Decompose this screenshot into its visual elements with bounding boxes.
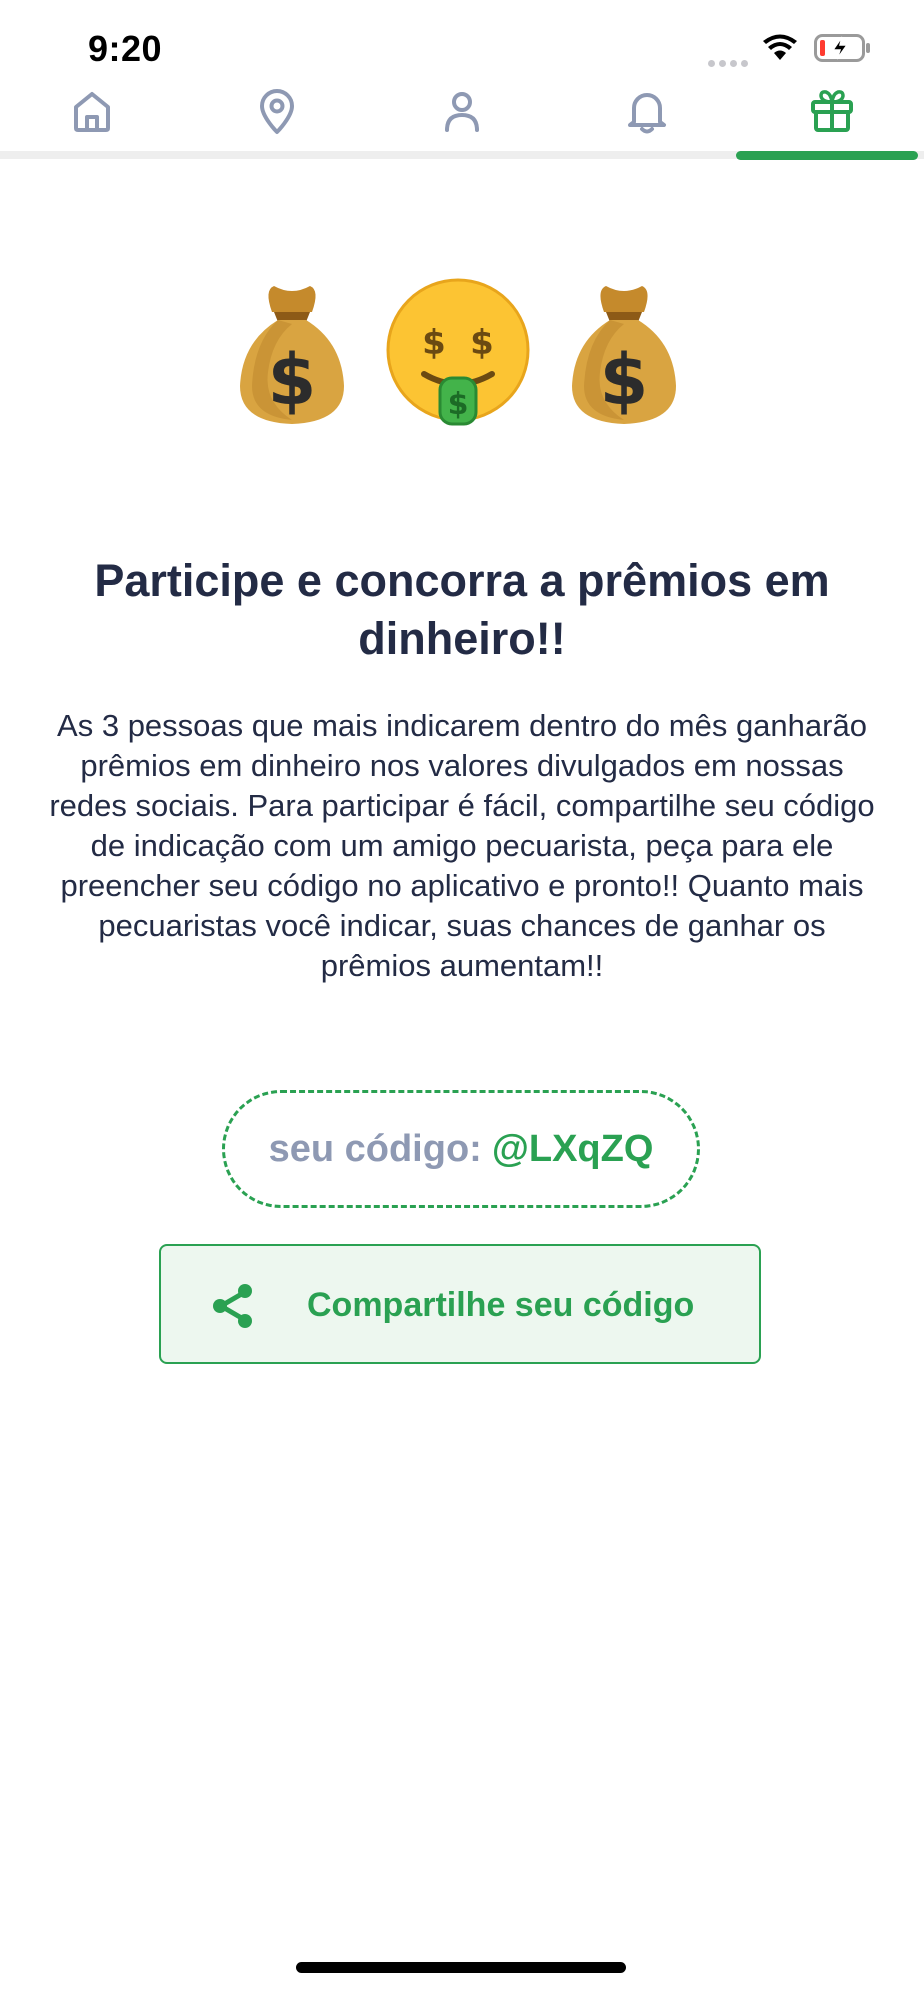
active-tab-indicator	[736, 151, 918, 160]
money-bag-icon: $	[240, 286, 344, 424]
home-icon	[74, 92, 111, 132]
status-time: 9:20	[88, 28, 163, 69]
contest-description: As 3 pessoas que mais indicarem dentro d…	[49, 708, 875, 983]
gift-icon	[810, 90, 853, 132]
wifi-icon	[762, 34, 798, 67]
page-title: Participe e concorra a prêmios em dinhei…	[94, 555, 830, 664]
svg-text:$: $	[422, 323, 446, 363]
referral-code-label: seu código:	[268, 1127, 482, 1170]
tab-location[interactable]	[185, 82, 370, 158]
tab-rewards[interactable]	[739, 82, 924, 158]
tab-profile[interactable]	[370, 82, 555, 158]
svg-text:$: $	[448, 387, 469, 422]
hero-emojis: $ $ $ $ $	[0, 278, 924, 438]
bell-icon	[627, 93, 666, 134]
svg-text:$: $	[600, 339, 649, 421]
home-indicator	[296, 1962, 626, 1973]
tab-bar	[0, 82, 924, 158]
svg-text:$: $	[268, 339, 317, 421]
share-code-button[interactable]: Compartilhe seu código	[159, 1244, 761, 1364]
svg-text:$: $	[470, 323, 494, 363]
map-pin-icon	[260, 89, 295, 134]
referral-code-display: seu código: @LXqZQ	[222, 1090, 700, 1208]
status-bar: 9:20	[0, 0, 924, 80]
share-icon	[213, 1284, 252, 1328]
referral-code-value: @LXqZQ	[491, 1127, 654, 1170]
user-icon	[444, 92, 479, 132]
tab-notifications[interactable]	[554, 82, 739, 158]
money-bag-icon: $	[572, 286, 676, 424]
share-button-label: Compartilhe seu código	[307, 1286, 695, 1324]
money-mouth-face-icon: $ $ $	[386, 278, 530, 426]
battery-icon	[814, 34, 872, 67]
tab-home[interactable]	[0, 82, 185, 158]
cellular-signal-icon	[708, 54, 754, 67]
